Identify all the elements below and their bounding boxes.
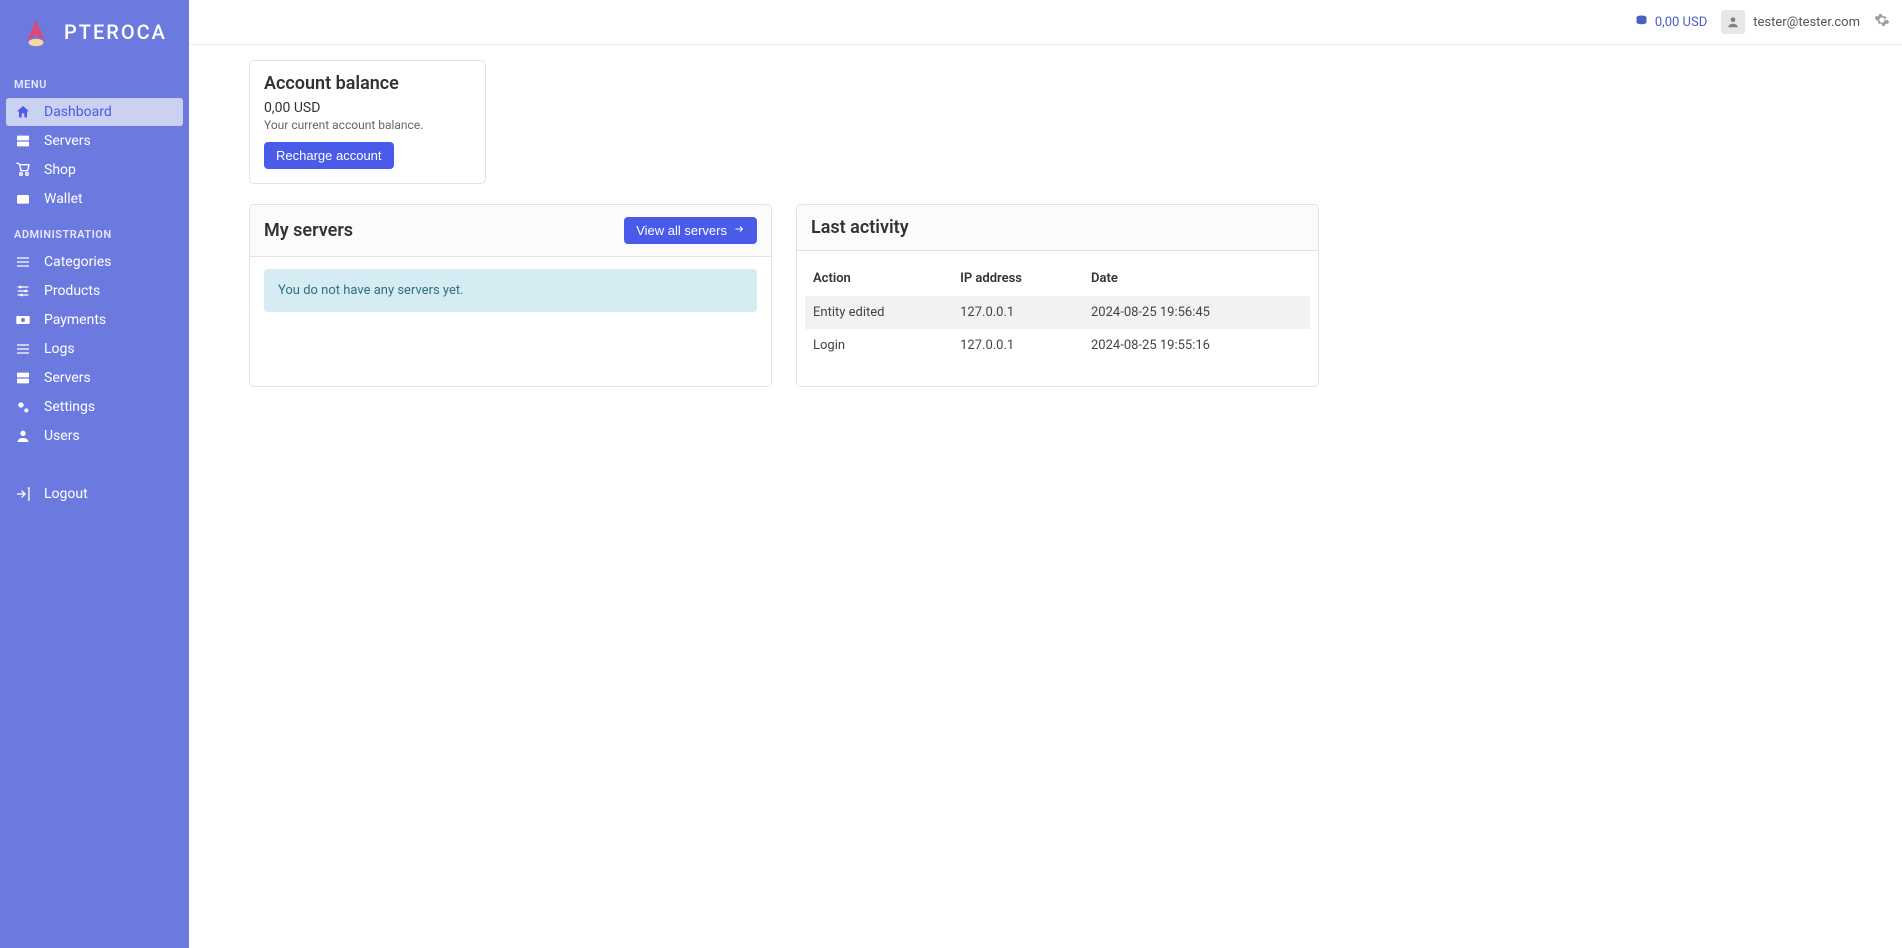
sidebar-item-label: Logout xyxy=(44,486,88,502)
activity-cell-ip: 127.0.0.1 xyxy=(952,329,1083,362)
wallet-icon xyxy=(14,191,32,207)
sidebar-item-label: Shop xyxy=(44,162,76,178)
sidebar-item-label: Logs xyxy=(44,341,75,357)
server-icon xyxy=(14,370,32,386)
recharge-button-label: Recharge account xyxy=(276,148,382,163)
sidebar-item-admin-servers[interactable]: Servers xyxy=(6,364,183,392)
table-row: Entity edited 127.0.0.1 2024-08-25 19:56… xyxy=(805,296,1310,329)
sidebar-item-label: Servers xyxy=(44,133,91,149)
server-icon xyxy=(14,133,32,149)
sidebar-item-label: Users xyxy=(44,428,80,444)
brand-name: PTEROCA xyxy=(64,20,167,44)
sidebar-item-shop[interactable]: Shop xyxy=(6,156,183,184)
servers-card: My servers View all servers You do not h… xyxy=(249,204,772,387)
servers-title: My servers xyxy=(264,220,353,241)
topbar-balance[interactable]: 0,00 USD xyxy=(1634,13,1707,32)
money-icon xyxy=(14,312,32,328)
avatar xyxy=(1721,10,1745,34)
activity-col-ip: IP address xyxy=(952,261,1083,296)
activity-table: Action IP address Date Entity edited 127… xyxy=(805,261,1310,362)
activity-cell-action: Entity edited xyxy=(805,296,952,329)
user-icon xyxy=(14,428,32,444)
sidebar-item-label: Wallet xyxy=(44,191,83,207)
sidebar-item-label: Settings xyxy=(44,399,95,415)
cogs-icon xyxy=(14,399,32,415)
gear-icon xyxy=(1874,12,1890,32)
servers-empty-message: You do not have any servers yet. xyxy=(264,269,757,312)
sidebar-item-settings[interactable]: Settings xyxy=(6,393,183,421)
balance-value: 0,00 USD xyxy=(250,100,485,116)
balance-card: Account balance 0,00 USD Your current ac… xyxy=(249,60,486,184)
list-icon xyxy=(14,254,32,270)
sidebar-item-products[interactable]: Products xyxy=(6,277,183,305)
sidebar-section-admin: ADMINISTRATION xyxy=(0,214,189,247)
sidebar-item-categories[interactable]: Categories xyxy=(6,248,183,276)
activity-title: Last activity xyxy=(811,217,909,238)
bars-icon xyxy=(14,341,32,357)
sliders-icon xyxy=(14,283,32,299)
brand-logo-icon xyxy=(18,14,54,50)
sidebar-item-wallet[interactable]: Wallet xyxy=(6,185,183,213)
sidebar-item-users[interactable]: Users xyxy=(6,422,183,450)
sidebar-item-dashboard[interactable]: Dashboard xyxy=(6,98,183,126)
activity-cell-date: 2024-08-25 19:55:16 xyxy=(1083,329,1310,362)
home-icon xyxy=(14,104,32,120)
logout-icon xyxy=(14,486,32,502)
topbar-balance-value: 0,00 USD xyxy=(1655,15,1707,30)
topbar: 0,00 USD tester@tester.com xyxy=(189,0,1902,45)
sidebar-item-label: Payments xyxy=(44,312,106,328)
content: Account balance 0,00 USD Your current ac… xyxy=(189,45,1902,402)
activity-cell-date: 2024-08-25 19:56:45 xyxy=(1083,296,1310,329)
activity-card: Last activity Action IP address Date xyxy=(796,204,1319,387)
sidebar-header: PTEROCA xyxy=(0,0,189,64)
sidebar-item-label: Servers xyxy=(44,370,91,386)
activity-col-action: Action xyxy=(805,261,952,296)
balance-title: Account balance xyxy=(250,61,485,100)
topbar-user-email: tester@tester.com xyxy=(1753,15,1860,30)
cart-icon xyxy=(14,162,32,178)
sidebar-item-payments[interactable]: Payments xyxy=(6,306,183,334)
view-all-servers-label: View all servers xyxy=(636,223,727,238)
activity-col-date: Date xyxy=(1083,261,1310,296)
sidebar-item-label: Products xyxy=(44,283,100,299)
balance-description: Your current account balance. xyxy=(250,116,485,142)
sidebar-item-servers[interactable]: Servers xyxy=(6,127,183,155)
view-all-servers-button[interactable]: View all servers xyxy=(624,217,757,244)
topbar-user[interactable]: tester@tester.com xyxy=(1721,10,1860,34)
sidebar: PTEROCA MENU Dashboard Servers Shop Wall… xyxy=(0,0,189,948)
sidebar-section-menu: MENU xyxy=(0,64,189,97)
sidebar-item-label: Dashboard xyxy=(44,104,112,120)
sidebar-item-label: Categories xyxy=(44,254,111,270)
activity-cell-ip: 127.0.0.1 xyxy=(952,296,1083,329)
sidebar-item-logout[interactable]: Logout xyxy=(6,480,183,508)
coins-icon xyxy=(1634,13,1649,32)
table-row: Login 127.0.0.1 2024-08-25 19:55:16 xyxy=(805,329,1310,362)
activity-cell-action: Login xyxy=(805,329,952,362)
settings-button[interactable] xyxy=(1874,12,1890,32)
arrow-right-icon xyxy=(733,223,745,238)
sidebar-item-logs[interactable]: Logs xyxy=(6,335,183,363)
recharge-button[interactable]: Recharge account xyxy=(264,142,394,169)
